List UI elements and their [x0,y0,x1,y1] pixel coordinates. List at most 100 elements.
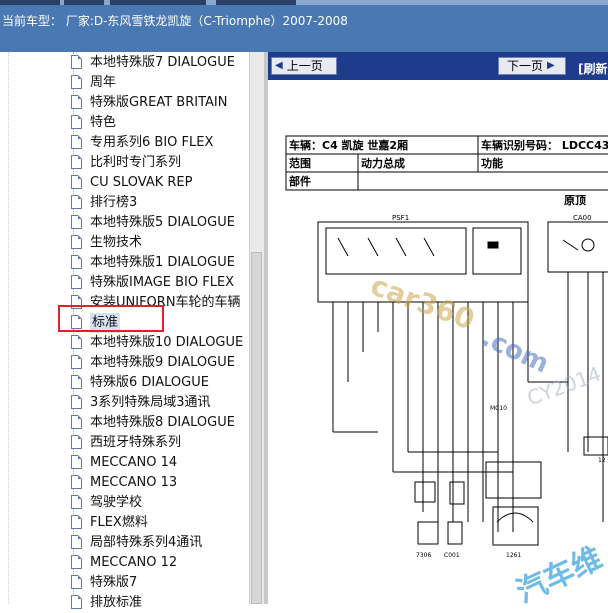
tree-item[interactable]: 特殊版IMAGE BIO FLEX [71,273,234,293]
doc-range: 范围 [289,156,311,170]
tree-item-label: 特殊版7 [90,575,138,590]
tree-item-label: 生物技术 [90,235,143,250]
tree-item[interactable]: FLEX燃料 [71,513,148,533]
doc-vehicle: 车辆：C4 凯旋 世嘉2厢 [289,138,408,152]
document-icon [71,215,82,229]
document-icon [71,175,82,189]
tree-item[interactable]: 驾驶学校 [71,493,142,513]
tree-item-label: 本地特殊版8 DIALOGUE [90,415,235,430]
tree-item[interactable]: 本地特殊版10 DIALOGUE [71,333,243,353]
tree-item-label: 排行榜3 [90,195,138,210]
title-bar: 当前车型： 厂家:D-东风雪铁龙凯旋（C-Triomphe）2007-2008 [0,0,608,52]
tree-item-label: 比利时专门系列 [90,155,182,170]
ca00-label: CA00 [573,214,592,222]
document-icon [71,535,82,549]
tree-item[interactable]: 生物技术 [71,233,142,253]
tree-item-label: MECCANO 13 [90,475,178,490]
tree-item-label: 专用系列6 BIO FLEX [90,135,214,150]
tree-item-label: 本地特殊版5 DIALOGUE [90,215,235,230]
tree-item[interactable]: 本地特殊版7 DIALOGUE [71,53,235,73]
document-icon [71,395,82,409]
doc-vin: 车辆识别号码： LDCC43 [481,138,608,152]
document-viewer: ◀ 上一页 下一页 ▶ [刷新 车辆：C4 凯旋 世嘉2厢 车辆识别号码： LD… [268,52,608,604]
doc-orig-label: 原顶 [564,194,586,207]
tree-item[interactable]: 3系列特殊局域3通讯 [71,393,211,413]
tree-item[interactable]: 局部特殊系列4通讯 [71,533,202,553]
tree-item-label: 本地特殊版9 DIALOGUE [90,355,235,370]
document-icon [71,475,82,489]
tree-item[interactable]: 特殊版GREAT BRITAIN [71,93,227,113]
document-icon [71,155,82,169]
top-strip [0,0,608,5]
tree-item-label: CU SLOVAK REP [90,175,193,190]
tree-item-label: 3系列特殊局域3通讯 [90,395,211,410]
tree-item[interactable]: 本地特殊版5 DIALOGUE [71,213,235,233]
ca00-box [547,221,608,273]
document-icon [71,515,82,529]
document-icon [71,55,82,69]
tree-item[interactable]: 排放标准 [71,593,142,613]
document-icon [71,575,82,589]
document-icon [71,115,82,129]
mc10-label: MC10 [490,405,507,412]
document-icon [71,255,82,269]
c001-label: C001 [444,552,460,559]
tree-item-label: 本地特殊版1 DIALOGUE [90,255,235,270]
document-icon [71,235,82,249]
current-vehicle-label: 当前车型： 厂家:D-东风雪铁龙凯旋（C-Triomphe）2007-2008 [2,14,348,28]
wiring-diagram: 车辆：C4 凯旋 世嘉2厢 车辆识别号码： LDCC43 范围 动力总成 功能 … [285,135,608,604]
tree-item-label: 特殊版GREAT BRITAIN [90,95,228,110]
tree-item-label: 西班牙特殊系列 [90,435,182,450]
document-icon [71,195,82,209]
tree-item-label: 特色 [90,115,117,130]
document-icon [71,495,82,509]
tree-item[interactable]: 专用系列6 BIO FLEX [71,133,213,153]
tree-item[interactable]: 西班牙特殊系列 [71,433,181,453]
tree-item[interactable]: 比利时专门系列 [71,153,181,173]
tree-scrollbar[interactable] [249,52,264,604]
tree-item[interactable]: 周年 [71,73,116,93]
tree-item-label: 周年 [90,75,117,90]
doc-powertrain: 动力总成 [361,156,405,170]
document-icon [71,375,82,389]
document-icon [71,75,82,89]
tree-item[interactable]: MECCANO 14 [71,453,177,473]
document-icon [71,455,82,469]
watermark-4: 汽车维 [511,541,607,604]
doc-part: 部件 [289,174,311,188]
c7306-label: 7306 [416,552,431,559]
tree-item-label: 驾驶学校 [90,495,143,510]
tree-item[interactable]: 特殊版6 DIALOGUE [71,373,209,393]
w12-label: 12 [598,457,606,464]
tree-item[interactable]: 本地特殊版1 DIALOGUE [71,253,235,273]
document-icon [71,555,82,569]
document-icon [71,355,82,369]
tree-item[interactable]: 特殊版7 [71,573,137,593]
c1261-label: 1261 [506,552,521,559]
selection-highlight-box [58,305,164,332]
scrollbar-thumb[interactable] [251,252,262,604]
tree-item[interactable]: MECCANO 13 [71,473,177,493]
document-icon [71,135,82,149]
tree-item-label: 局部特殊系列4通讯 [90,535,203,550]
tree-item[interactable]: 本地特殊版8 DIALOGUE [71,413,235,433]
tree-item[interactable]: 排行榜3 [71,193,137,213]
psf1-label: PSF1 [392,214,409,222]
tree-item-label: 特殊版6 DIALOGUE [90,375,209,390]
watermark-2: .com [477,323,553,380]
tree-item-label: 本地特殊版7 DIALOGUE [90,55,235,70]
document-icon [71,595,82,609]
lower-components [414,436,608,546]
document-icon [71,95,82,109]
tree-item[interactable]: 本地特殊版9 DIALOGUE [71,353,235,373]
document-icon [71,435,82,449]
tree-item[interactable]: 特色 [71,113,116,133]
document-icon [71,335,82,349]
tree-item[interactable]: CU SLOVAK REP [71,173,192,193]
tree-item-label: MECCANO 12 [90,555,178,570]
tree-guide-line [8,52,9,604]
tree-item-label: FLEX燃料 [90,515,148,530]
tree-item[interactable]: MECCANO 12 [71,553,177,573]
tree-item-label: 特殊版IMAGE BIO FLEX [90,275,235,290]
tree-item-label: 排放标准 [90,595,143,610]
